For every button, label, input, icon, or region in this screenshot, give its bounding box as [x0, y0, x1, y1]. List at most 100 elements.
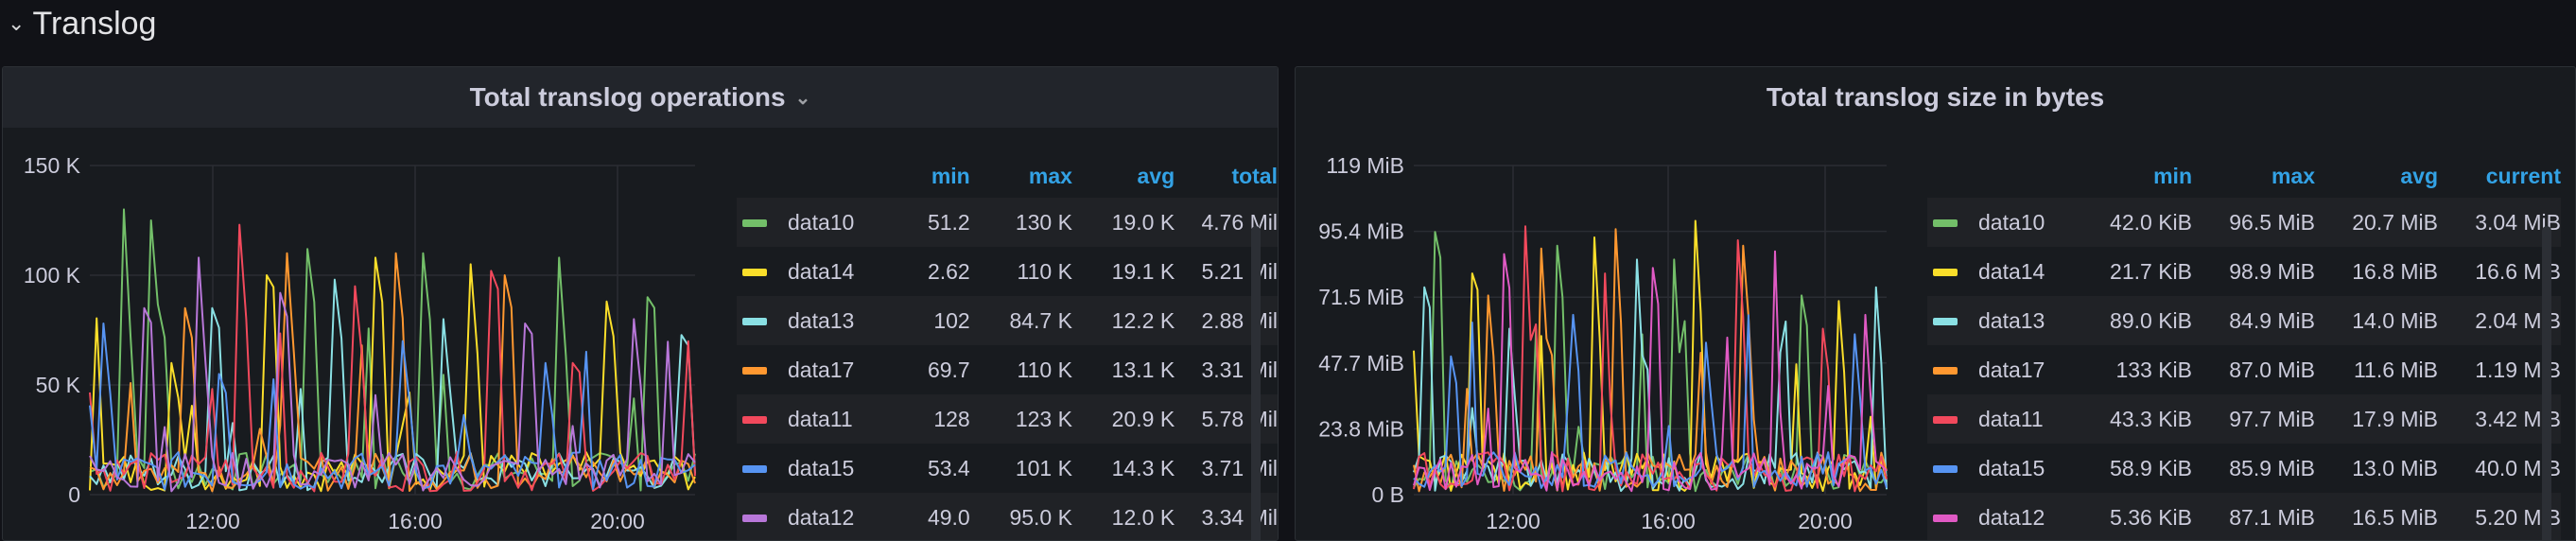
- series-name[interactable]: data12: [1978, 505, 2045, 530]
- legend-row[interactable]: data10 51.2 130 K 19.0 K 4.76 Mil: [737, 198, 1278, 247]
- panel-translog-size: Total translog size in bytes 119 MiB 95.4…: [1295, 66, 2576, 541]
- legend-value-avg: 12.2 K: [1071, 296, 1175, 345]
- legend-value-total: 2.88 Mil: [1175, 296, 1278, 345]
- legend-value-min: 42.0 KiB: [2069, 198, 2192, 247]
- legend-header-min[interactable]: min: [887, 154, 970, 198]
- panel-translog-operations: Total translog operations ⌄ 150 K 100 K 50…: [2, 66, 1279, 541]
- legend-value-avg: 20.9 K: [1071, 394, 1175, 444]
- legend-value-max: 98.9 MiB: [2229, 258, 2315, 284]
- series-color-swatch[interactable]: [742, 416, 767, 425]
- legend-row[interactable]: data17 69.7 110 K 13.1 K 3.31 Mil: [737, 345, 1278, 394]
- series-color-swatch[interactable]: [1933, 269, 1958, 277]
- series-color-swatch[interactable]: [1933, 219, 1958, 228]
- legend-value-max: 96.5 MiB: [2192, 198, 2315, 247]
- legend-header-total[interactable]: total: [1175, 154, 1278, 198]
- row-header-translog[interactable]: ⌄ Translog: [8, 0, 156, 47]
- legend-value-min: 69.7: [927, 357, 970, 382]
- series-color-swatch[interactable]: [742, 515, 767, 523]
- legend-row[interactable]: data17 133 KiB 87.0 MiB 11.6 MiB 1.19 MiB: [1927, 345, 2561, 394]
- legend-value-min: 51.2: [886, 198, 970, 247]
- legend-row[interactable]: data15 58.9 KiB 85.9 MiB 13.0 MiB 40.0 MiB: [1927, 444, 2561, 493]
- legend-row[interactable]: data14 2.62 110 K 19.1 K 5.21 Mil: [737, 247, 1278, 296]
- series-color-swatch[interactable]: [742, 219, 767, 228]
- legend-header-max[interactable]: max: [970, 154, 1072, 198]
- series-color-swatch[interactable]: [1933, 515, 1958, 523]
- panel-title[interactable]: Total translog operations: [470, 82, 786, 113]
- chevron-down-icon[interactable]: ⌄: [8, 11, 25, 36]
- legend-value-max: 84.7 K: [969, 296, 1072, 345]
- series-name[interactable]: data15: [1978, 456, 2045, 480]
- legend-value-avg: 14.0 MiB: [2315, 296, 2438, 345]
- legend-row[interactable]: data10 42.0 KiB 96.5 MiB 20.7 MiB 3.04 MiB: [1927, 198, 2561, 247]
- legend-header-current[interactable]: current: [2438, 154, 2561, 198]
- legend-row[interactable]: data13 102 84.7 K 12.2 K 2.88 Mil: [737, 296, 1278, 345]
- series-color-swatch[interactable]: [742, 269, 767, 277]
- series-color-swatch[interactable]: [1933, 318, 1958, 326]
- legend-value-avg: 19.0 K: [1071, 198, 1175, 247]
- legend-scrollbar[interactable]: [1251, 226, 1261, 540]
- series-name[interactable]: data13: [1978, 308, 2045, 333]
- series-name[interactable]: data14: [788, 259, 854, 284]
- series-color-swatch[interactable]: [1933, 416, 1958, 425]
- legend-header-max[interactable]: max: [2192, 154, 2315, 198]
- legend-header-series: [737, 154, 887, 198]
- legend-value-avg: 13.0 MiB: [2352, 455, 2438, 480]
- series-color-swatch[interactable]: [742, 465, 767, 474]
- y-tick-label: 71.5 MiB: [1318, 285, 1404, 309]
- x-tick-label: 20:00: [590, 509, 645, 533]
- chevron-down-icon[interactable]: ⌄: [795, 86, 811, 110]
- legend-value-min: 43.3 KiB: [2069, 394, 2192, 444]
- legend-value-min: 5.36 KiB: [2069, 493, 2192, 540]
- legend-value-avg: 16.5 MiB: [2315, 493, 2438, 540]
- y-tick-label: 50 K: [36, 373, 81, 397]
- legend-header-series: [1927, 154, 2069, 198]
- legend-header-avg[interactable]: avg: [2315, 154, 2438, 198]
- series-name[interactable]: data11: [788, 407, 853, 431]
- panel-header[interactable]: Total translog operations ⌄: [3, 67, 1278, 128]
- legend-header-min[interactable]: min: [2069, 154, 2192, 198]
- legend-value-min: 102: [886, 296, 970, 345]
- x-tick-label: 12:00: [185, 509, 240, 533]
- legend-scrollbar[interactable]: [2542, 226, 2551, 540]
- legend-row[interactable]: data13 89.0 KiB 84.9 MiB 14.0 MiB 2.04 MiB: [1927, 296, 2561, 345]
- legend-row[interactable]: data12 5.36 KiB 87.1 MiB 16.5 MiB 5.20 MiB: [1927, 493, 2561, 540]
- legend-value-total: 4.76 Mil: [1175, 198, 1278, 247]
- graph-area[interactable]: 150 K 100 K 50 K 0 12:00 16:00 20:00: [3, 128, 722, 540]
- panel-title[interactable]: Total translog size in bytes: [1767, 82, 2104, 113]
- legend-row[interactable]: data11 128 123 K 20.9 K 5.78 Mil: [737, 394, 1278, 444]
- series-name[interactable]: data17: [788, 358, 854, 382]
- series-name[interactable]: data15: [788, 456, 854, 480]
- x-tick-label: 12:00: [1486, 509, 1540, 533]
- series-name[interactable]: data13: [788, 308, 854, 333]
- graph-area[interactable]: 119 MiB 95.4 MiB 71.5 MiB 47.7 MiB 23.8 MiB 0…: [1296, 128, 1901, 540]
- legend-row[interactable]: data11 43.3 KiB 97.7 MiB 17.9 MiB 3.42 MiB: [1927, 394, 2561, 444]
- series-color-swatch[interactable]: [1933, 367, 1958, 375]
- legend: min max avg current data10 42.0 KiB 96.5 MiB 20…: [1927, 154, 2561, 540]
- legend-row[interactable]: data15 53.4 101 K 14.3 K 3.71 Mil: [737, 444, 1278, 493]
- series-color-swatch[interactable]: [742, 367, 767, 375]
- legend-value-min: 49.0: [886, 493, 970, 540]
- series-line-data12: [1413, 250, 1888, 493]
- legend-value-avg: 20.7 MiB: [2315, 198, 2438, 247]
- y-tick-label: 47.7 MiB: [1318, 351, 1404, 375]
- series-color-swatch[interactable]: [742, 318, 767, 326]
- legend-value-max: 85.9 MiB: [2229, 455, 2315, 480]
- legend-value-min: 21.7 KiB: [2110, 258, 2192, 284]
- legend-row[interactable]: data14 21.7 KiB 98.9 MiB 16.8 MiB 16.6 MiB: [1927, 247, 2561, 296]
- series-name[interactable]: data10: [1978, 210, 2045, 235]
- series-name[interactable]: data11: [1978, 407, 2044, 431]
- legend-row[interactable]: data12 49.0 95.0 K 12.0 K 3.34 Mil: [737, 493, 1278, 540]
- legend-value-min: 53.4: [927, 455, 970, 480]
- series-name[interactable]: data17: [1978, 358, 2045, 382]
- legend-value-min: 133 KiB: [2115, 357, 2192, 382]
- series-name[interactable]: data14: [1978, 259, 2045, 284]
- series-name[interactable]: data12: [788, 505, 854, 530]
- y-tick-label: 100 K: [24, 263, 81, 288]
- series-name[interactable]: data10: [788, 210, 854, 235]
- legend-value-total: 3.31 Mil: [1201, 357, 1278, 382]
- panel-header[interactable]: Total translog size in bytes: [1296, 67, 2575, 128]
- series-color-swatch[interactable]: [1933, 465, 1958, 474]
- legend-value-min: 2.62: [927, 258, 970, 284]
- legend: min max avg total data10 51.2 130 K 19.0 K 4.76 …: [737, 154, 1278, 540]
- legend-header-avg[interactable]: avg: [1072, 154, 1175, 198]
